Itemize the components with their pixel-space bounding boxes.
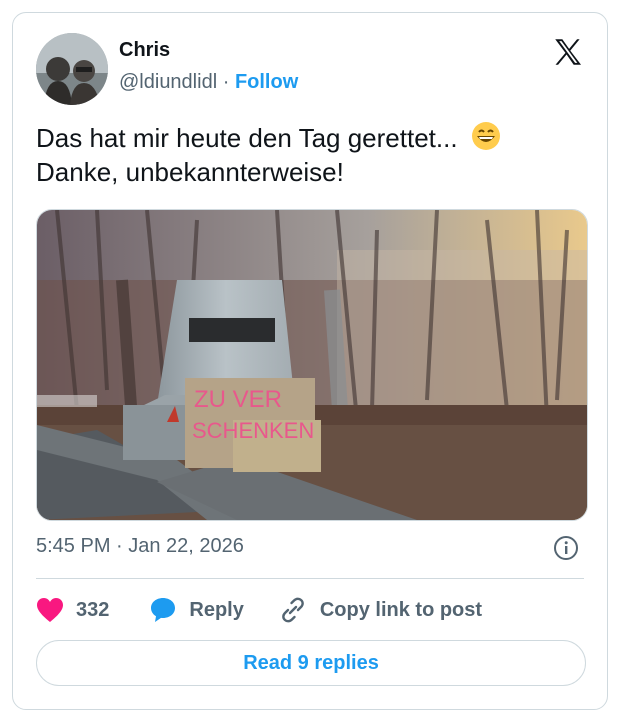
copy-link-button[interactable]: Copy link to post xyxy=(278,596,482,624)
tweet-text: Das hat mir heute den Tag gerettet... Da… xyxy=(36,121,586,189)
reply-button[interactable]: Reply xyxy=(149,596,244,624)
reply-label: Reply xyxy=(189,598,244,621)
sign-text-line1: ZU VER xyxy=(194,386,282,413)
info-icon[interactable] xyxy=(553,535,579,561)
tweet-timestamp[interactable]: 5:45 PM · Jan 22, 2026 xyxy=(36,535,244,558)
x-logo-icon[interactable] xyxy=(551,35,585,69)
sign-text-line2: SCHENKEN xyxy=(192,418,314,443)
action-bar: 332 Reply Copy link to post xyxy=(36,595,482,625)
link-icon xyxy=(282,597,304,623)
author-handle[interactable]: @ldiundlidl xyxy=(119,71,217,93)
separator-dot: · xyxy=(222,71,230,93)
tweet-embed-card: Chris @ldiundlidl · Follow Das hat mir h… xyxy=(12,12,608,710)
follow-button[interactable]: Follow xyxy=(235,71,298,93)
like-count: 332 xyxy=(76,598,110,621)
like-button[interactable]: 332 xyxy=(36,597,109,623)
speech-bubble-icon xyxy=(151,598,176,622)
read-replies-button[interactable]: Read 9 replies xyxy=(36,640,586,686)
divider xyxy=(36,578,584,579)
tweet-photo[interactable]: ZU VER SCHENKEN xyxy=(36,209,588,521)
author-name[interactable]: Chris xyxy=(119,39,170,62)
copy-link-label: Copy link to post xyxy=(319,598,483,621)
tweet-text-line1: Das hat mir heute den Tag gerettet... xyxy=(36,123,458,153)
handle-row: @ldiundlidl · Follow xyxy=(119,71,298,94)
grinning-face-emoji-icon xyxy=(471,121,501,151)
heart-icon xyxy=(37,598,63,622)
tweet-text-line2: Danke, unbekannterweise! xyxy=(36,157,344,187)
avatar[interactable] xyxy=(36,33,108,105)
